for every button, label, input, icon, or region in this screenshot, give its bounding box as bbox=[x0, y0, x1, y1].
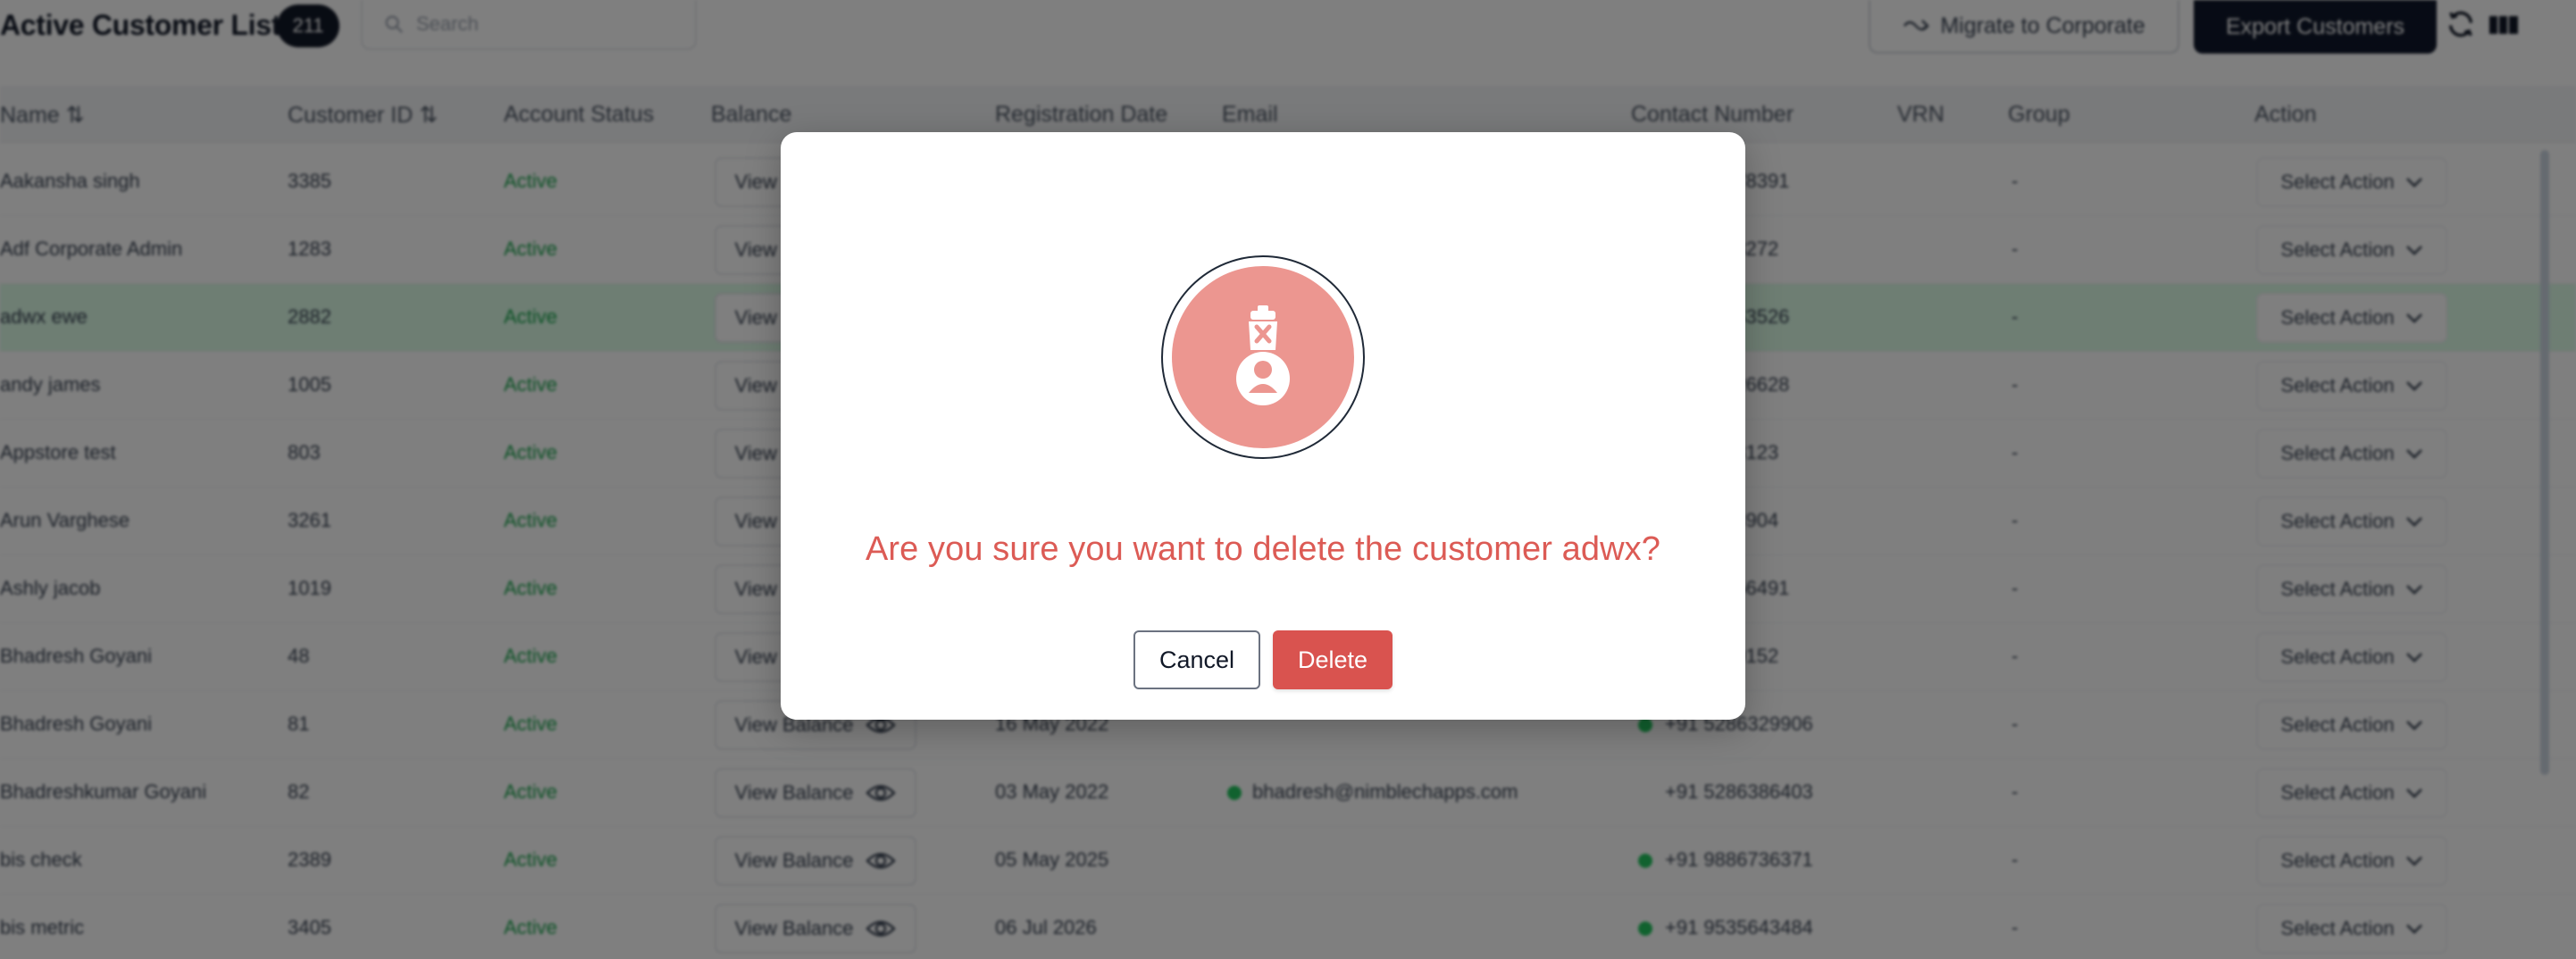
delete-button[interactable]: Delete bbox=[1273, 630, 1393, 689]
delete-user-icon-ring bbox=[1161, 255, 1365, 459]
dialog-actions: Cancel Delete bbox=[781, 630, 1745, 689]
delete-user-icon bbox=[1172, 266, 1354, 448]
cancel-button[interactable]: Cancel bbox=[1133, 630, 1260, 689]
trash-user-icon bbox=[1236, 305, 1290, 405]
delete-confirmation-dialog: Are you sure you want to delete the cust… bbox=[781, 132, 1745, 720]
delete-confirmation-message: Are you sure you want to delete the cust… bbox=[865, 530, 1661, 568]
